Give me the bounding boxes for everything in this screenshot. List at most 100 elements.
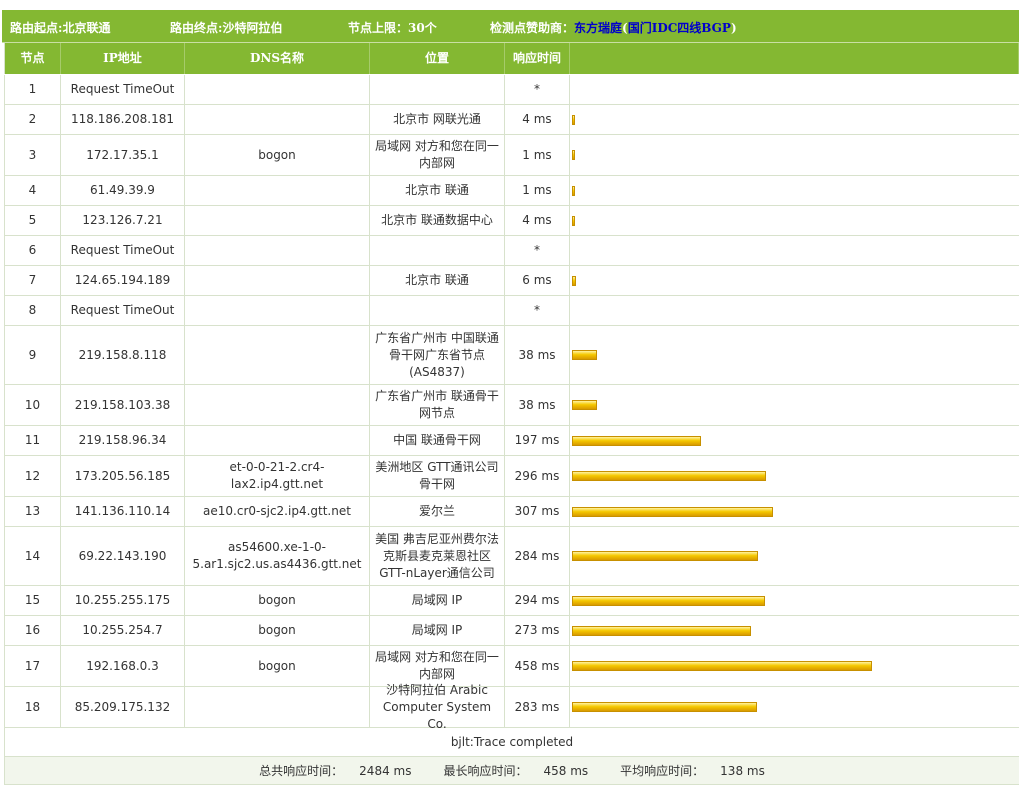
ip-cell: 61.49.39.9 (61, 176, 185, 205)
table-row: 7 124.65.194.189 北京市 联通 6 ms (4, 266, 1019, 296)
trace-table: 节点 IP地址 DNS名称 位置 响应时间 1 Request TimeOut * 2… (4, 43, 1019, 785)
location-cell: 美国 弗吉尼亚州费尔法克斯县麦克莱恩社区GTT-nLayer通信公司 (370, 527, 505, 585)
ip-cell: 118.186.208.181 (61, 105, 185, 134)
response-time-cell: 197 ms (505, 426, 570, 455)
col-response-time: 响应时间 (505, 43, 570, 74)
response-time-cell: 1 ms (505, 135, 570, 175)
table-row: 2 118.186.208.181 北京市 网联光通 4 ms (4, 105, 1019, 135)
node-cell: 11 (4, 426, 61, 455)
response-bar-cell (570, 616, 1019, 645)
response-bar (572, 551, 758, 561)
response-bar (572, 625, 751, 636)
location-cell: 局域网 对方和您在同一内部网 (370, 646, 505, 686)
response-bar (572, 150, 575, 160)
col-ip: IP地址 (61, 43, 185, 74)
ip-cell: 69.22.143.190 (61, 527, 185, 585)
response-bar-cell (570, 105, 1019, 134)
location-cell (370, 236, 505, 265)
dns-cell: as54600.xe-1-0-5.ar1.sjc2.us.as4436.gtt.… (185, 527, 370, 585)
dns-cell (185, 296, 370, 325)
ip-cell: 123.126.7.21 (61, 206, 185, 235)
location-cell: 北京市 网联光通 (370, 105, 505, 134)
table-row: 13 141.136.110.14 ae10.cr0-sjc2.ip4.gtt.ne… (4, 497, 1019, 527)
dns-cell (185, 385, 370, 425)
response-bar-cell (570, 646, 1019, 686)
table-row: 1 Request TimeOut * (4, 75, 1019, 105)
location-cell: 爱尔兰 (370, 497, 505, 526)
node-cell: 1 (4, 75, 61, 104)
response-time-cell: * (505, 75, 570, 104)
location-cell (370, 75, 505, 104)
dns-cell (185, 266, 370, 295)
ip-cell: 173.205.56.185 (61, 456, 185, 496)
ip-cell: 10.255.255.175 (61, 586, 185, 615)
node-cell: 9 (4, 326, 61, 384)
ip-cell: 219.158.8.118 (61, 326, 185, 384)
dns-cell: et-0-0-21-2.cr4-lax2.ip4.gtt.net (185, 456, 370, 496)
response-bar (572, 185, 575, 196)
node-cell: 15 (4, 586, 61, 615)
max-time: 最长响应时间： 458 ms (443, 764, 589, 778)
table-row: 12 173.205.56.185 et-0-0-21-2.cr4-lax2.ip4… (4, 456, 1019, 497)
col-location: 位置 (370, 43, 505, 74)
response-time-cell: 273 ms (505, 616, 570, 645)
dns-cell: bogon (185, 586, 370, 615)
sponsor-link-idc[interactable]: 国门IDC四线BGP (628, 21, 731, 35)
dns-cell (185, 206, 370, 235)
ip-cell: Request TimeOut (61, 75, 185, 104)
col-node: 节点 (4, 43, 61, 74)
hop-limit: 节点上限：30个 (348, 21, 437, 35)
col-bar (570, 43, 1019, 74)
trace-page: 路由起点:北京联通 路由终点:沙特阿拉伯 节点上限：30个 检测点赞助商：东方瑞… (0, 0, 1019, 785)
location-cell: 局域网 对方和您在同一内部网 (370, 135, 505, 175)
dns-cell (185, 236, 370, 265)
ip-cell: Request TimeOut (61, 236, 185, 265)
response-time-cell: 458 ms (505, 646, 570, 686)
response-bar (572, 350, 597, 360)
dns-cell: bogon (185, 616, 370, 645)
response-bar-cell (570, 206, 1019, 235)
node-cell: 12 (4, 456, 61, 496)
total-time: 总共响应时间： 2484 ms (259, 764, 412, 778)
origin: 路由起点:北京联通 (10, 21, 111, 35)
table-row: 15 10.255.255.175 bogon 局域网 IP 294 ms (4, 586, 1019, 616)
response-bar (572, 215, 575, 226)
table-row: 8 Request TimeOut * (4, 296, 1019, 326)
table-row: 14 69.22.143.190 as54600.xe-1-0-5.ar1.sjc2… (4, 527, 1019, 586)
response-time-cell: 296 ms (505, 456, 570, 496)
destination: 路由终点:沙特阿拉伯 (170, 21, 283, 35)
node-cell: 5 (4, 206, 61, 235)
response-time-cell: 38 ms (505, 385, 570, 425)
response-bar-cell (570, 266, 1019, 295)
ip-cell: 192.168.0.3 (61, 646, 185, 686)
ip-cell: 124.65.194.189 (61, 266, 185, 295)
location-cell: 局域网 IP (370, 586, 505, 615)
dns-cell (185, 75, 370, 104)
node-cell: 17 (4, 646, 61, 686)
response-time-cell: 307 ms (505, 497, 570, 526)
location-cell: 局域网 IP (370, 616, 505, 645)
table-row: 16 10.255.254.7 bogon 局域网 IP 273 ms (4, 616, 1019, 646)
sponsor-link[interactable]: 东方瑞庭 (574, 21, 622, 35)
dns-cell: ae10.cr0-sjc2.ip4.gtt.net (185, 497, 370, 526)
ip-cell: 172.17.35.1 (61, 135, 185, 175)
ip-cell: 219.158.103.38 (61, 385, 185, 425)
response-time-cell: 4 ms (505, 105, 570, 134)
response-time-cell: 4 ms (505, 206, 570, 235)
response-bar-cell (570, 385, 1019, 425)
location-cell: 广东省广州市 联通骨干网节点 (370, 385, 505, 425)
response-bar (572, 400, 597, 410)
table-row: 6 Request TimeOut * (4, 236, 1019, 266)
ip-cell: 10.255.254.7 (61, 616, 185, 645)
node-cell: 2 (4, 105, 61, 134)
response-bar-cell (570, 456, 1019, 496)
response-bar-cell (570, 236, 1019, 265)
dns-cell (185, 687, 370, 727)
response-bar-cell (570, 527, 1019, 585)
location-cell: 北京市 联通 (370, 176, 505, 205)
node-cell: 16 (4, 616, 61, 645)
table-row: 3 172.17.35.1 bogon 局域网 对方和您在同一内部网 1 ms (4, 135, 1019, 176)
dns-cell (185, 426, 370, 455)
status-text: bjlt:Trace completed (450, 735, 574, 749)
dns-cell: bogon (185, 646, 370, 686)
